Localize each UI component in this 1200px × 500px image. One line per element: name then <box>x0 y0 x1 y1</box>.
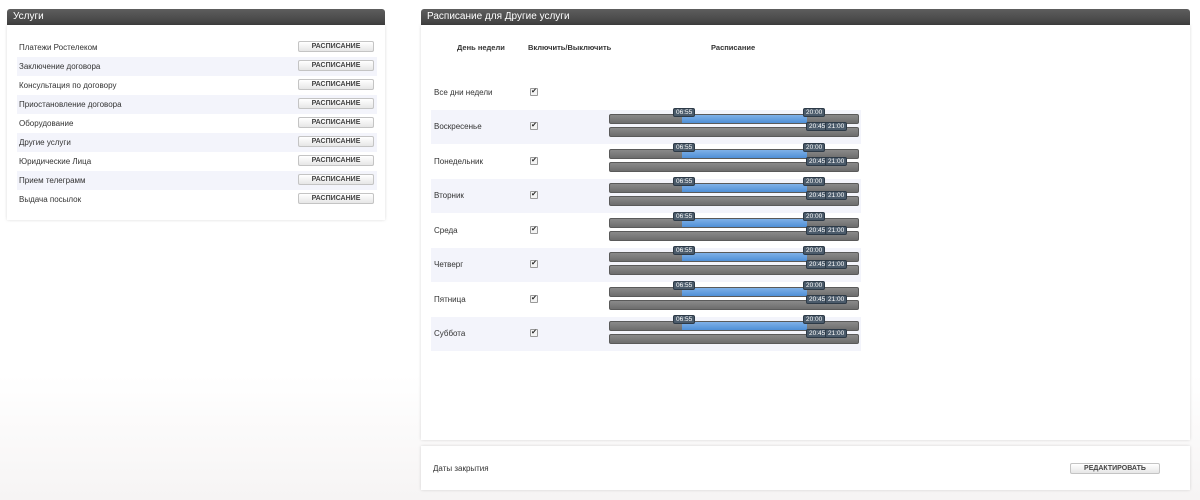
day-enabled-checkbox[interactable]: ✔ <box>530 294 538 303</box>
service-name: Приостановление договора <box>19 100 122 109</box>
day-row: Вторник ✔ 06:55 20:00 20:45 21:00 <box>431 177 861 213</box>
service-row: Платежи Ростелеком РАСПИСАНИЕ <box>17 38 377 57</box>
day-name: Пятница <box>434 294 466 304</box>
range-start-handle[interactable]: 06:55 <box>673 142 696 152</box>
closing-dates-panel: Даты закрытия РЕДАКТИРОВАТЬ <box>421 446 1190 490</box>
day-enabled-checkbox[interactable]: ✔ <box>530 225 538 234</box>
service-name: Оборудование <box>19 119 74 128</box>
schedule-button[interactable]: РАСПИСАНИЕ <box>298 174 374 185</box>
service-name: Юридические Лица <box>19 157 92 166</box>
range-start-handle[interactable]: 06:55 <box>673 280 696 290</box>
day-enabled-checkbox[interactable]: ✔ <box>530 156 538 165</box>
day-name: Вторник <box>434 191 464 200</box>
range-end-handle[interactable]: 20:00 <box>803 142 826 152</box>
work-hours-range <box>682 115 807 123</box>
work-hours-range <box>682 149 807 158</box>
column-header-day: День недели <box>457 43 505 52</box>
day-name: Воскресенье <box>434 122 482 131</box>
service-row: Заключение договора РАСПИСАНИЕ <box>17 57 377 76</box>
day-enabled-checkbox[interactable]: ✔ <box>530 191 538 199</box>
work-hours-range <box>682 184 807 192</box>
work-hours-range <box>682 253 807 261</box>
service-row: Оборудование РАСПИСАНИЕ <box>17 114 377 133</box>
closing-dates-label: Даты закрытия <box>433 464 489 473</box>
day-name: Суббота <box>434 329 466 338</box>
range-end-handle[interactable]: 20:00 <box>803 211 826 221</box>
schedule-panel-header: Расписание для Другие услуги <box>421 9 1190 25</box>
day-enabled-checkbox[interactable]: ✔ <box>530 260 538 268</box>
schedule-button[interactable]: РАСПИСАНИЕ <box>298 117 374 128</box>
break-end-handle[interactable]: 21:00 <box>825 260 848 269</box>
schedule-button[interactable]: РАСПИСАНИЕ <box>298 155 374 166</box>
range-end-handle[interactable]: 20:00 <box>803 315 826 324</box>
range-start-handle[interactable]: 06:55 <box>673 108 696 117</box>
schedule-button[interactable]: РАСПИСАНИЕ <box>298 60 374 71</box>
service-name: Заключение договора <box>19 62 101 71</box>
schedule-button[interactable]: РАСПИСАНИЕ <box>298 136 374 147</box>
range-end-handle[interactable]: 20:00 <box>803 246 826 255</box>
service-row: Другие услуги РАСПИСАНИЕ <box>17 133 377 152</box>
day-enabled-checkbox[interactable]: ✔ <box>530 122 538 130</box>
break-end-handle[interactable]: 21:00 <box>825 294 848 304</box>
range-end-handle[interactable]: 20:00 <box>803 280 826 290</box>
day-name: Четверг <box>434 260 464 269</box>
schedule-button[interactable]: РАСПИСАНИЕ <box>298 193 374 204</box>
service-name: Прием телеграмм <box>19 176 86 185</box>
range-end-handle[interactable]: 20:00 <box>803 177 826 186</box>
break-end-handle[interactable]: 21:00 <box>825 122 848 131</box>
break-end-handle[interactable]: 21:00 <box>825 191 848 200</box>
all-days-checkbox[interactable]: ✔ <box>530 88 538 96</box>
day-row: Воскресенье ✔ 06:55 20:00 20:45 21:00 <box>431 108 861 144</box>
break-end-handle[interactable]: 21:00 <box>825 225 848 235</box>
day-name: Среда <box>434 225 458 235</box>
day-enabled-checkbox[interactable]: ✔ <box>530 329 538 337</box>
service-row: Выдача посылок РАСПИСАНИЕ <box>17 190 377 209</box>
range-end-handle[interactable]: 20:00 <box>803 108 826 117</box>
work-hours-range <box>682 322 807 330</box>
service-name: Выдача посылок <box>19 195 82 204</box>
range-start-handle[interactable]: 06:55 <box>673 315 696 324</box>
schedule-button[interactable]: РАСПИСАНИЕ <box>298 79 374 90</box>
service-name: Другие услуги <box>19 138 71 147</box>
service-name: Консультация по договору <box>19 81 117 90</box>
service-row: Юридические Лица РАСПИСАНИЕ <box>17 152 377 171</box>
service-row: Консультация по договору РАСПИСАНИЕ <box>17 76 377 95</box>
edit-button[interactable]: РЕДАКТИРОВАТЬ <box>1070 463 1160 474</box>
all-days-row: Все дни недели ✔ <box>431 79 861 105</box>
day-name: Понедельник <box>434 156 483 166</box>
day-row: Пятница ✔ 06:55 20:00 20:45 21:00 <box>431 280 861 317</box>
break-end-handle[interactable]: 21:00 <box>825 156 848 166</box>
work-hours-range <box>682 287 807 296</box>
services-panel: Платежи Ростелеком РАСПИСАНИЕ Заключение д… <box>7 25 385 220</box>
schedule-button[interactable]: РАСПИСАНИЕ <box>298 98 374 109</box>
range-start-handle[interactable]: 06:55 <box>673 177 696 186</box>
day-row: Среда ✔ 06:55 20:00 20:45 21:00 <box>431 211 861 248</box>
schedule-panel-title: Расписание для Другие услуги <box>427 11 570 22</box>
work-hours-range <box>682 218 807 227</box>
day-row: Суббота ✔ 06:55 20:00 20:45 21:00 <box>431 315 861 351</box>
day-row: Понедельник ✔ 06:55 20:00 20:45 21:00 <box>431 142 861 179</box>
services-panel-title: Услуги <box>13 11 44 22</box>
service-row: Прием телеграмм РАСПИСАНИЕ <box>17 171 377 190</box>
range-start-handle[interactable]: 06:55 <box>673 246 696 255</box>
service-name: Платежи Ростелеком <box>19 43 98 52</box>
break-end-handle[interactable]: 21:00 <box>825 329 848 338</box>
all-days-label: Все дни недели <box>434 88 493 97</box>
day-row: Четверг ✔ 06:55 20:00 20:45 21:00 <box>431 246 861 282</box>
column-header-toggle: Включить/Выключить <box>528 43 612 52</box>
range-start-handle[interactable]: 06:55 <box>673 211 696 221</box>
column-header-schedule: Расписание <box>711 43 756 52</box>
service-row: Приостановление договора РАСПИСАНИЕ <box>17 95 377 114</box>
services-panel-header: Услуги <box>7 9 385 25</box>
schedule-button[interactable]: РАСПИСАНИЕ <box>298 41 374 52</box>
schedule-panel: День недели Включить/Выключить Расписани… <box>421 25 1190 440</box>
